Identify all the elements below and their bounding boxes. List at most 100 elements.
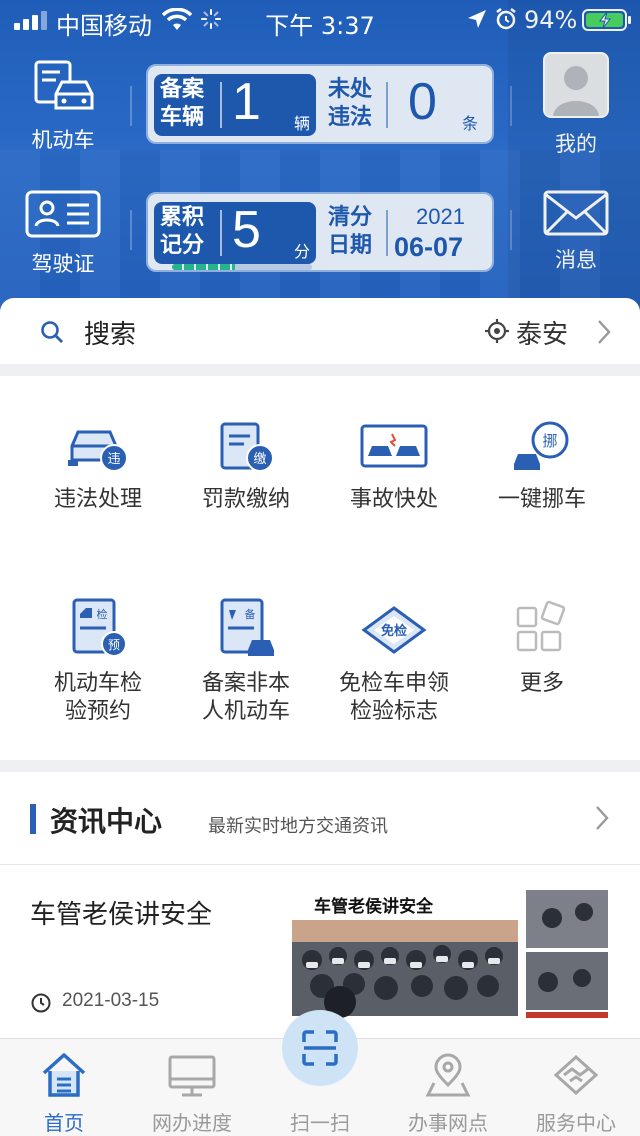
nav-home[interactable]: 首页 <box>0 1039 128 1136</box>
service-fine-payment[interactable]: 缴 罚款缴纳 <box>172 420 320 514</box>
accumulated-points-value: 5 <box>232 201 261 259</box>
exempt-inspection-icon: 免检 <box>361 606 427 654</box>
message-label: 消息 <box>555 248 597 272</box>
registered-vehicles-box: 备案车辆 1 辆 <box>154 73 316 136</box>
move-car-icon: 挪 <box>514 421 569 470</box>
service-violation[interactable]: 违 违法处理 <box>24 420 172 514</box>
locate-icon <box>485 319 509 343</box>
service-register-vehicle[interactable]: 备 备案非本 人机动车 <box>172 598 320 726</box>
location-arrow-icon <box>468 10 486 28</box>
chevron-right-icon[interactable] <box>596 318 612 346</box>
article-title[interactable]: 车管老侯讲安全 <box>30 894 212 931</box>
alarm-icon <box>496 8 516 30</box>
envelope-icon <box>543 190 609 236</box>
service-label-line2: 人机动车 <box>201 699 290 724</box>
fine-payment-icon: 缴 <box>220 422 274 472</box>
service-label: 更多 <box>519 671 564 696</box>
license-summary-card[interactable]: 累积记分 5 分 清分日期 2021 06-07 <box>146 192 494 272</box>
svg-text:挪: 挪 <box>542 432 557 450</box>
more-icon <box>516 600 566 652</box>
svg-text:预: 预 <box>108 638 120 652</box>
search-icon <box>41 321 63 343</box>
service-label-line2: 验预约 <box>64 699 131 724</box>
nav-service-points[interactable]: 办事网点 <box>384 1039 512 1136</box>
nav-label: 服务中心 <box>536 1111 616 1135</box>
svg-text:检: 检 <box>97 607 108 621</box>
service-more[interactable]: 更多 <box>468 598 616 698</box>
service-label-line1: 备案非本 <box>201 671 290 696</box>
inspection-booking-icon: 检 预 <box>72 598 127 657</box>
register-vehicle-icon: 备 <box>220 598 274 656</box>
handshake-icon <box>553 1054 599 1096</box>
vehicle-tile[interactable]: 机动车 <box>18 60 108 154</box>
article-thumbnail[interactable]: 车管老侯讲安全 <box>292 890 610 1018</box>
unhandled-violations-box: 未处违法 0 条 <box>324 73 488 136</box>
accident-icon <box>360 424 428 468</box>
nav-progress[interactable]: 网办进度 <box>128 1039 256 1136</box>
license-label: 驾驶证 <box>31 252 95 276</box>
news-title: 资讯中心 <box>50 805 163 838</box>
license-tile[interactable]: 驾驶证 <box>18 190 108 278</box>
registered-vehicles-unit: 辆 <box>294 114 311 133</box>
home-icon <box>42 1053 86 1097</box>
service-label-line1: 免检车申领 <box>338 671 449 696</box>
service-accident[interactable]: 事故快处 <box>320 420 468 514</box>
search-bar[interactable]: 搜索 泰安 <box>0 298 640 364</box>
service-label: 事故快处 <box>349 487 438 512</box>
accumulated-points-box: 累积记分 5 分 <box>154 201 316 264</box>
clear-date-year: 2021 <box>416 204 465 229</box>
divider <box>0 864 640 865</box>
news-subtitle: 最新实时地方交通资讯 <box>208 816 388 837</box>
battery-icon <box>582 9 631 31</box>
chevron-right-icon[interactable] <box>594 804 610 832</box>
scan-button[interactable] <box>282 1010 358 1086</box>
service-label-line1: 机动车检 <box>53 671 142 696</box>
service-exempt-inspection[interactable]: 免检 免检车申领 检验标志 <box>320 598 468 726</box>
service-move-car[interactable]: 挪 一键挪车 <box>468 420 616 514</box>
divider <box>130 86 132 126</box>
default-avatar-icon <box>553 66 599 116</box>
registered-vehicles-label: 备案车辆 <box>160 77 205 130</box>
city-selector[interactable]: 泰安 <box>516 314 568 351</box>
nav-label: 扫一扫 <box>290 1111 350 1135</box>
license-icon <box>25 190 101 238</box>
unhandled-violations-count: 0 <box>408 73 437 131</box>
classroom-photo-icon <box>292 890 608 1018</box>
avatar <box>543 52 609 118</box>
service-label: 一键挪车 <box>497 487 586 512</box>
clear-date-box: 清分日期 2021 06-07 <box>324 202 488 264</box>
vehicle-icon <box>34 60 94 110</box>
clock-icon <box>31 993 51 1013</box>
nav-label: 首页 <box>44 1111 84 1135</box>
vehicle-label: 机动车 <box>31 128 95 152</box>
divider <box>510 86 512 126</box>
nav-label: 办事网点 <box>408 1111 488 1135</box>
monitor-icon <box>168 1055 216 1097</box>
status-bar: 中国移动 下午 3:37 94% <box>0 0 640 40</box>
clear-date-label: 清分日期 <box>328 205 373 258</box>
accumulated-points-unit: 分 <box>294 242 311 261</box>
points-progress-bar <box>172 264 312 270</box>
my-profile-tile[interactable]: 我的 <box>540 52 612 158</box>
vehicle-summary-card[interactable]: 备案车辆 1 辆 未处违法 0 条 <box>146 64 494 144</box>
svg-text:缴: 缴 <box>253 452 266 467</box>
service-inspection-booking[interactable]: 检 预 机动车检 验预约 <box>24 598 172 726</box>
location-pin-icon <box>425 1053 471 1097</box>
svg-text:违: 违 <box>107 452 120 467</box>
violation-icon: 违 <box>68 430 128 472</box>
registered-vehicles-count: 1 <box>232 73 261 131</box>
points-progress-fill <box>172 264 235 270</box>
scan-icon <box>302 1030 338 1066</box>
battery-percent: 94% <box>524 6 578 34</box>
services-grid: 违 违法处理 缴 罚款缴纳 事故快处 挪 一键挪车 检 预 机动车检 验预约 备… <box>0 376 640 760</box>
service-label: 违法处理 <box>53 487 142 512</box>
nav-label: 网办进度 <box>152 1111 232 1135</box>
nav-service-center[interactable]: 服务中心 <box>512 1039 640 1136</box>
divider <box>510 210 512 250</box>
news-section: 资讯中心 最新实时地方交通资讯 车管老侯讲安全 2021-03-15 车管老侯讲… <box>0 772 640 1038</box>
svg-text:备: 备 <box>245 607 256 621</box>
messages-tile[interactable]: 消息 <box>540 190 612 274</box>
search-label: 搜索 <box>84 320 137 350</box>
clear-date-monthday: 06-07 <box>394 232 464 262</box>
svg-text:免检: 免检 <box>381 623 407 639</box>
